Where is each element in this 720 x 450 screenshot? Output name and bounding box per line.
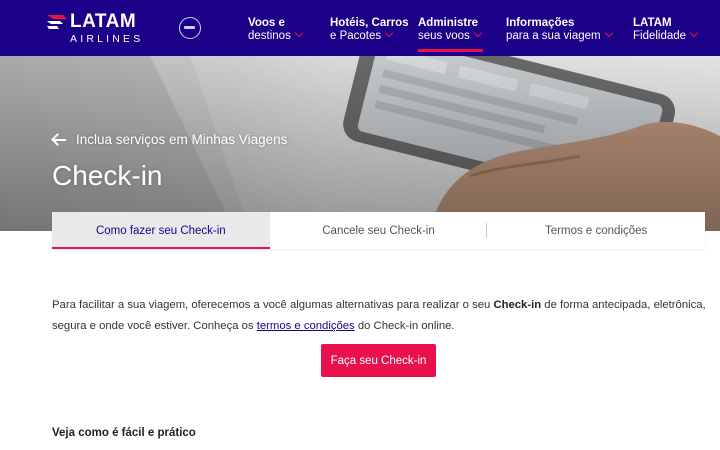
terms-link[interactable]: termos e condições	[257, 320, 355, 332]
intro-text: do Check-in online.	[354, 320, 455, 332]
section-subheading: Veja como é fácil e prático	[52, 427, 196, 439]
tab-termos-condicoes[interactable]: Termos e condições	[487, 212, 705, 249]
latam-logo[interactable]: LATAM AIRLINES	[46, 12, 158, 46]
nav-item-voos-e-destinos[interactable]: Voos e destinos	[248, 17, 304, 43]
nav-item-hoteis-carros-pacotes[interactable]: Hotéis, Carros e Pacotes	[330, 17, 409, 43]
nav-item-line1: Administre	[418, 17, 479, 29]
breadcrumb-label: Inclua serviços em Minhas Viagens	[76, 132, 288, 147]
tab-divider	[486, 223, 487, 238]
arrow-left-icon	[52, 134, 66, 146]
chevron-down-icon	[473, 28, 483, 38]
tab-cancele-checkin[interactable]: Cancele seu Check-in	[270, 212, 488, 249]
page-title: Check-in	[52, 160, 163, 191]
logo-subtitle: AIRLINES	[70, 33, 144, 45]
intro-text: Para facilitar a sua viagem, oferecemos …	[52, 299, 494, 311]
nav-item-latam-fidelidade[interactable]: LATAM Fidelidade	[633, 17, 699, 43]
nav-item-line1: LATAM	[633, 17, 672, 29]
nav-item-line2: destinos	[248, 30, 291, 42]
oneworld-alliance-icon	[179, 17, 201, 39]
checkin-tabs: Como fazer seu Check-in Cancele seu Chec…	[52, 212, 705, 249]
nav-item-administre-seus-voos[interactable]: Administre seus voos	[418, 17, 483, 52]
nav-item-line2: e Pacotes	[330, 30, 382, 42]
nav-item-informacoes[interactable]: Informações para a sua viagem	[506, 17, 613, 43]
hero-banner: Inclua serviços em Minhas Viagens Check-…	[0, 56, 720, 231]
nav-item-line2: para a sua viagem	[506, 30, 601, 42]
nav-item-line2: Fidelidade	[633, 30, 687, 42]
latam-logo-icon	[47, 15, 67, 29]
chevron-down-icon	[384, 28, 394, 38]
intro-paragraph: Para facilitar a sua viagem, oferecemos …	[52, 295, 720, 337]
intro-bold-checkin: Check-in	[493, 299, 542, 311]
nav-item-line2: seus voos	[418, 30, 470, 42]
nav-item-line1: Hotéis, Carros	[330, 17, 409, 29]
logo-wordmark: LATAM	[70, 11, 137, 32]
tab-como-fazer-checkin[interactable]: Como fazer seu Check-in	[52, 212, 270, 249]
nav-item-line1: Voos e	[248, 17, 285, 29]
chevron-down-icon	[294, 28, 304, 38]
nav-item-line1: Informações	[506, 17, 575, 29]
chevron-down-icon	[604, 28, 613, 38]
faca-checkin-button[interactable]: Faça seu Check-in	[321, 344, 436, 377]
breadcrumb[interactable]: Inclua serviços em Minhas Viagens	[52, 132, 287, 147]
top-navigation-bar: LATAM AIRLINES Voos e destinos Hotéis, C…	[0, 0, 720, 56]
chevron-down-icon	[689, 28, 699, 38]
